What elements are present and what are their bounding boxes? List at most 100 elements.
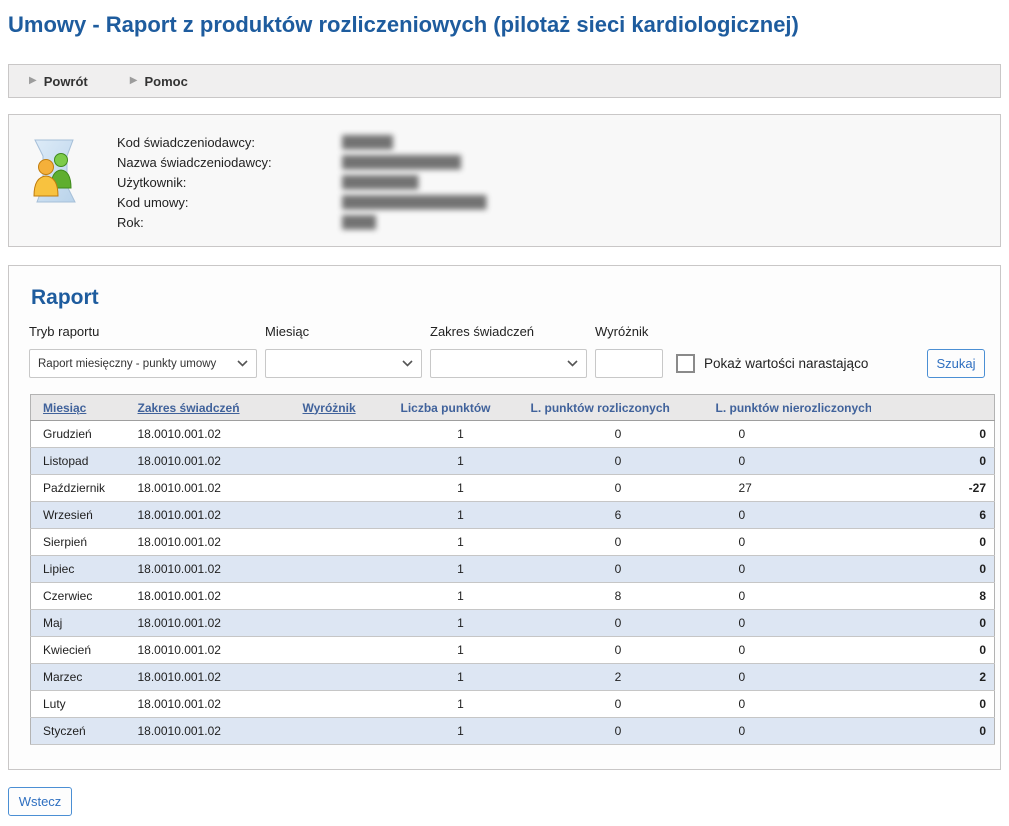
cell-zakres-swiadczen: 18.0010.001.02 bbox=[131, 529, 291, 556]
wstecz-button[interactable]: Wstecz bbox=[8, 787, 72, 816]
toolbar: ▶ Powrót ▶ Pomoc bbox=[8, 64, 1001, 98]
report-panel: Raport Tryb raportu Raport miesięczny - … bbox=[8, 265, 1001, 770]
cell-punkty-nierozliczone: 27 bbox=[711, 475, 871, 502]
cell-saldo: 0 bbox=[871, 421, 995, 448]
miesiac-select[interactable] bbox=[265, 349, 422, 378]
field-label: Rok: bbox=[117, 215, 342, 230]
cell-punkty-rozliczone: 0 bbox=[526, 718, 711, 745]
filter-zakres-swiadczen: Zakres świadczeń bbox=[430, 324, 587, 378]
cell-zakres-swiadczen: 18.0010.001.02 bbox=[131, 448, 291, 475]
narastajaco-checkbox[interactable] bbox=[676, 354, 695, 373]
cell-wyroznik bbox=[291, 448, 396, 475]
table-row: Styczeń 18.0010.001.02 1 0 0 0 bbox=[31, 718, 995, 745]
cell-punkty-rozliczone: 0 bbox=[526, 421, 711, 448]
cell-punkty-rozliczone: 0 bbox=[526, 529, 711, 556]
cell-miesiac: Październik bbox=[31, 475, 131, 502]
cell-zakres-swiadczen: 18.0010.001.02 bbox=[131, 502, 291, 529]
cell-liczba-punktow: 1 bbox=[396, 475, 526, 502]
cell-miesiac: Sierpień bbox=[31, 529, 131, 556]
table-row: Maj 18.0010.001.02 1 0 0 0 bbox=[31, 610, 995, 637]
cell-punkty-nierozliczone: 0 bbox=[711, 664, 871, 691]
toolbar-button-powrot[interactable]: ▶ Powrót bbox=[29, 74, 88, 89]
toolbar-powrot-label: Powrót bbox=[44, 74, 88, 89]
cell-liczba-punktow: 1 bbox=[396, 718, 526, 745]
cell-wyroznik bbox=[291, 421, 396, 448]
cell-saldo: 6 bbox=[871, 502, 995, 529]
cell-liczba-punktow: 1 bbox=[396, 556, 526, 583]
page-title: Umowy - Raport z produktów rozliczeniowy… bbox=[8, 12, 1001, 38]
cell-wyroznik bbox=[291, 664, 396, 691]
cell-zakres-swiadczen: 18.0010.001.02 bbox=[131, 421, 291, 448]
provider-info-panel: Kod świadczeniodawcy: ██████ Nazwa świad… bbox=[8, 114, 1001, 247]
cell-punkty-nierozliczone: 0 bbox=[711, 583, 871, 610]
cell-liczba-punktow: 1 bbox=[396, 610, 526, 637]
cell-wyroznik bbox=[291, 556, 396, 583]
tryb-raportu-selected-value: Raport miesięczny - punkty umowy bbox=[38, 358, 237, 370]
arrow-right-icon: ▶ bbox=[130, 76, 138, 86]
cell-punkty-rozliczone: 0 bbox=[526, 475, 711, 502]
cell-zakres-swiadczen: 18.0010.001.02 bbox=[131, 637, 291, 664]
filter-miesiac: Miesiąc bbox=[265, 324, 422, 378]
cell-liczba-punktow: 1 bbox=[396, 664, 526, 691]
cell-saldo: 0 bbox=[871, 610, 995, 637]
table-row: Marzec 18.0010.001.02 1 2 0 2 bbox=[31, 664, 995, 691]
cell-zakres-swiadczen: 18.0010.001.02 bbox=[131, 556, 291, 583]
zakres-swiadczen-select[interactable] bbox=[430, 349, 587, 378]
szukaj-button[interactable]: Szukaj bbox=[927, 349, 985, 378]
cell-liczba-punktow: 1 bbox=[396, 529, 526, 556]
zakres-swiadczen-label: Zakres świadczeń bbox=[430, 324, 587, 339]
cell-punkty-rozliczone: 8 bbox=[526, 583, 711, 610]
column-header-wyroznik[interactable]: Wyróżnik bbox=[291, 395, 396, 421]
table-row: Kwiecień 18.0010.001.02 1 0 0 0 bbox=[31, 637, 995, 664]
cell-zakres-swiadczen: 18.0010.001.02 bbox=[131, 691, 291, 718]
toolbar-pomoc-label: Pomoc bbox=[144, 74, 187, 89]
provider-info-fields: Kod świadczeniodawcy: ██████ Nazwa świad… bbox=[117, 130, 487, 232]
column-header-punkty-rozliczone: L. punktów rozliczonych bbox=[526, 395, 711, 421]
cell-miesiac: Marzec bbox=[31, 664, 131, 691]
table-row: Grudzień 18.0010.001.02 1 0 0 0 bbox=[31, 421, 995, 448]
cell-saldo: 0 bbox=[871, 718, 995, 745]
field-value-masked: █████████████████ bbox=[342, 196, 487, 208]
cell-zakres-swiadczen: 18.0010.001.02 bbox=[131, 610, 291, 637]
field-label: Kod świadczeniodawcy: bbox=[117, 135, 342, 150]
cell-punkty-nierozliczone: 0 bbox=[711, 637, 871, 664]
wyroznik-input[interactable] bbox=[595, 349, 663, 378]
table-row: Listopad 18.0010.001.02 1 0 0 0 bbox=[31, 448, 995, 475]
wyroznik-label: Wyróżnik bbox=[595, 324, 663, 339]
cell-miesiac: Listopad bbox=[31, 448, 131, 475]
toolbar-button-pomoc[interactable]: ▶ Pomoc bbox=[130, 74, 188, 89]
info-row-uzytkownik: Użytkownik: █████████ bbox=[117, 172, 487, 192]
field-value-masked: ██████████████ bbox=[342, 156, 461, 168]
info-row-rok: Rok: ████ bbox=[117, 212, 487, 232]
report-table: Miesiąc Zakres świadczeń Wyróżnik Liczba… bbox=[30, 394, 995, 745]
cell-wyroznik bbox=[291, 637, 396, 664]
cell-punkty-rozliczone: 0 bbox=[526, 691, 711, 718]
table-row: Październik 18.0010.001.02 1 0 27 -27 bbox=[31, 475, 995, 502]
cell-saldo: 0 bbox=[871, 529, 995, 556]
column-header-blank bbox=[871, 395, 995, 421]
cell-saldo: 0 bbox=[871, 691, 995, 718]
miesiac-label: Miesiąc bbox=[265, 324, 422, 339]
field-label: Kod umowy: bbox=[117, 195, 342, 210]
field-value-masked: ████ bbox=[342, 216, 376, 228]
column-header-zakres-swiadczen[interactable]: Zakres świadczeń bbox=[131, 395, 291, 421]
chevron-down-icon bbox=[237, 360, 248, 367]
filter-wyroznik: Wyróżnik bbox=[595, 324, 663, 378]
field-label: Nazwa świadczeniodawcy: bbox=[117, 155, 342, 170]
info-row-kod-swiadczeniodawcy: Kod świadczeniodawcy: ██████ bbox=[117, 132, 487, 152]
cell-punkty-nierozliczone: 0 bbox=[711, 691, 871, 718]
cell-punkty-rozliczone: 0 bbox=[526, 556, 711, 583]
tryb-raportu-select[interactable]: Raport miesięczny - punkty umowy bbox=[29, 349, 257, 378]
cell-wyroznik bbox=[291, 610, 396, 637]
cell-miesiac: Kwiecień bbox=[31, 637, 131, 664]
cell-punkty-nierozliczone: 0 bbox=[711, 502, 871, 529]
cell-miesiac: Maj bbox=[31, 610, 131, 637]
cell-miesiac: Luty bbox=[31, 691, 131, 718]
cell-saldo: 0 bbox=[871, 556, 995, 583]
narastajaco-group: Pokaż wartości narastająco bbox=[676, 349, 868, 378]
report-filters: Tryb raportu Raport miesięczny - punkty … bbox=[29, 324, 987, 378]
cell-punkty-nierozliczone: 0 bbox=[711, 421, 871, 448]
column-header-miesiac[interactable]: Miesiąc bbox=[31, 395, 131, 421]
cell-liczba-punktow: 1 bbox=[396, 691, 526, 718]
field-value-masked: █████████ bbox=[342, 176, 419, 188]
